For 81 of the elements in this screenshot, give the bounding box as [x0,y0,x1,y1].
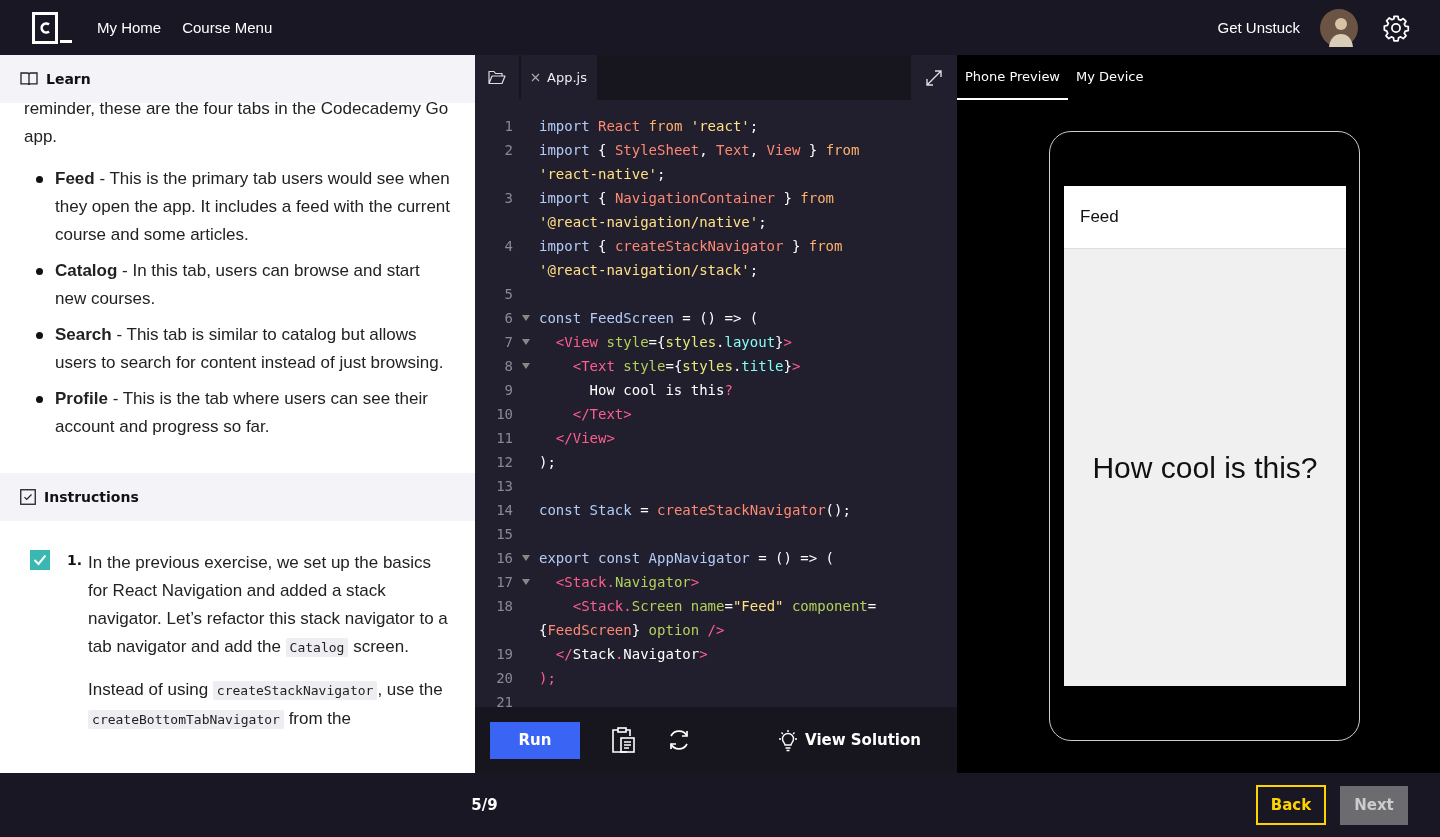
code-line: const Stack = createStackNavigator(); [539,501,851,520]
code-line: <View style={styles.layout}> [554,333,792,352]
bullet-icon [36,396,43,403]
code-line: {FeedScreen} option /> [539,621,725,640]
nav-link[interactable]: Course Menu [182,19,273,36]
run-button[interactable]: Run [490,721,580,759]
task-checkbox[interactable] [30,550,50,570]
bullet-icon [36,332,43,339]
section-title: Learn [46,71,91,87]
code-line: <Stack.Navigator> [554,573,700,592]
line-number: 17 [495,573,513,592]
screen-title: How cool is this? [1092,450,1318,485]
avatar[interactable] [1320,8,1358,47]
paragraph: In the previous exercise, we set up the basics for React Navigation and added a stack navigator. Let’s refactor this stack navigator to a tab navigator and add the Catalog screen. [88,552,449,659]
code-line: const FeedScreen = () => ( [539,309,759,328]
bullet-icon [36,268,43,275]
expand-button[interactable] [911,55,957,100]
view-solution-button[interactable]: View Solution [776,728,921,752]
list-item-text: Search - This tab is similar to catalog but allows users to search for content instead of just browsing. [55,324,445,374]
code-line: ); [539,453,556,472]
checkbox-icon [20,489,36,505]
line-number: 6 [503,309,513,328]
line-number: 15 [495,525,513,544]
code-line: </View> [554,429,615,448]
line-number: 13 [495,477,513,496]
line-number: 18 [495,597,513,616]
list-item-text: Feed - This is the primary tab users would see when they open the app. It includes a feed with the current course and some articles. [55,168,451,246]
code-line: How cool is this? [588,381,733,400]
paragraph: reminder, these are the four tabs in the Codecademy Go app. [24,98,450,148]
line-number: 14 [495,501,513,520]
paragraph: Instead of using createStackNavigator , use the createBottomTabNavigator from the [88,679,444,731]
file-name: App.js [547,70,587,85]
section-title: Instructions [44,489,139,505]
list-item-text: Profile - This is the tab where users can see their account and progress so far. [55,388,429,438]
expand-icon [925,68,943,87]
code-line: '@react-navigation/stack'; [539,261,759,280]
get-unstuck-link[interactable]: Get Unstuck [1217,19,1300,36]
line-number: 19 [495,645,513,664]
clipboard-icon[interactable] [610,726,636,754]
settings-icon[interactable] [1382,13,1410,42]
code-line: import React from 'react'; [539,117,759,136]
bullet-icon [36,176,43,183]
line-number: 2 [503,141,513,160]
line-number: 5 [503,285,513,304]
book-icon [20,72,38,86]
line-number: 8 [503,357,513,376]
progress-counter: 5/9 [471,796,498,814]
list-item-text: Catalog - In this tab, users can browse and start new courses. [55,260,421,310]
line-number: 4 [503,237,513,256]
nav-link[interactable]: My Home [97,19,162,36]
line-number: 20 [495,669,513,688]
code-line: export const AppNavigator = () => ( [539,549,835,568]
code-line: </Stack.Navigator> [554,645,708,664]
code-line: '@react-navigation/native'; [539,213,767,232]
code-line: 'react-native'; [539,165,666,184]
line-number: 1 [503,117,513,136]
logo-icon[interactable] [32,11,72,44]
line-number: 7 [503,333,513,352]
code-line: <Text style={styles.title}> [571,357,801,376]
line-number: 11 [495,429,513,448]
file-tab[interactable]: App.js [521,55,597,100]
line-number: 10 [495,405,513,424]
preview-tab[interactable]: Phone Preview [957,55,1068,100]
code-line: import { StyleSheet, Text, View } from [539,141,860,160]
step-number: 1. [67,552,83,568]
code-line: import { createStackNavigator } from [539,237,843,256]
close-icon[interactable] [531,73,540,82]
screen-header: Feed [1064,186,1346,249]
code-line: import { NavigationContainer } from [539,189,835,208]
line-number: 9 [503,381,513,400]
line-number: 12 [495,453,513,472]
folder-icon [488,70,506,85]
line-number: 21 [495,693,513,707]
code-line: </Text> [571,405,632,424]
line-number: 16 [495,549,513,568]
code-line: ); [539,669,556,688]
preview-tab[interactable]: My Device [1068,55,1152,100]
line-number: 3 [503,189,513,208]
code-line: <Stack.Screen name="Feed" component= [571,597,877,616]
back-button[interactable]: Back [1256,785,1326,825]
file-tree-button[interactable] [475,55,519,100]
